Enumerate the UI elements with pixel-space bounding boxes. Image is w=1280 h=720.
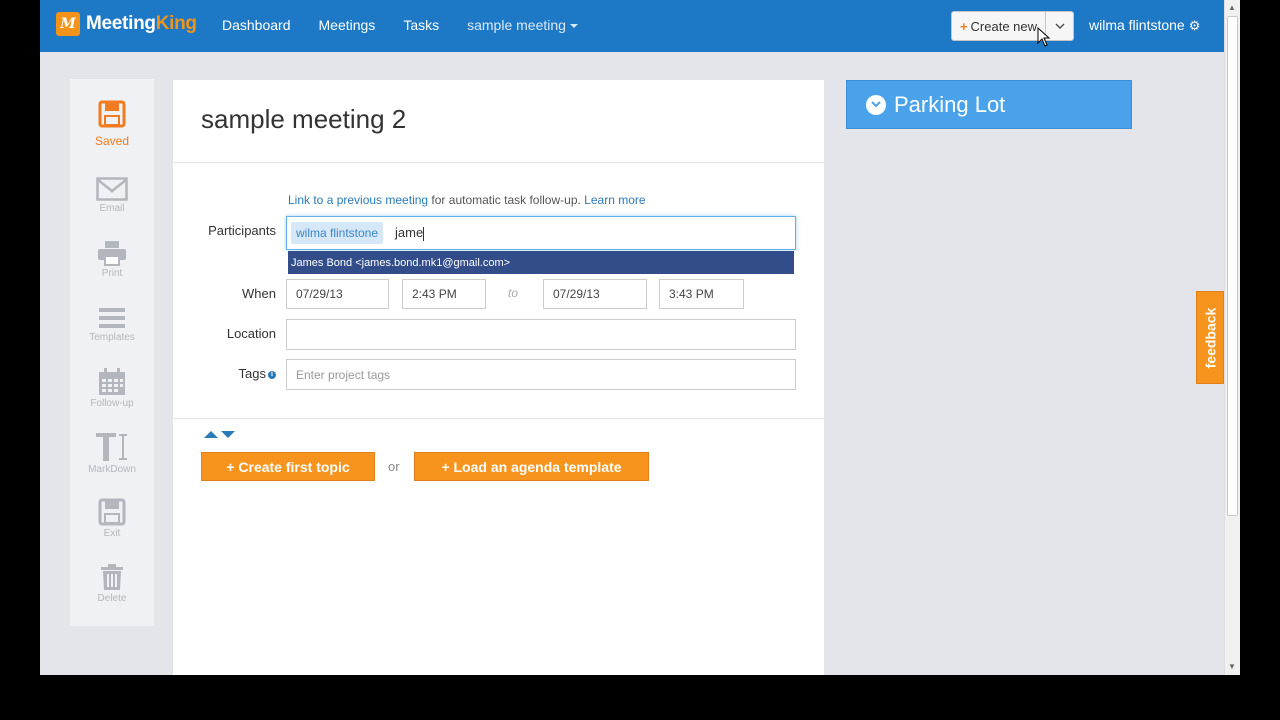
divider [173,162,824,163]
learn-more-link[interactable]: Learn more [584,193,645,207]
nav-meetings[interactable]: Meetings [319,17,376,33]
follow-up-hint: Link to a previous meeting for automatic… [288,193,646,207]
plus-icon: + [959,18,968,34]
end-date-field[interactable]: 07/29/13 [543,279,647,309]
chevron-down-icon [1054,23,1065,29]
to-separator: to [508,286,519,300]
templates-icon [99,308,125,328]
feedback-tab[interactable]: feedback [1196,291,1224,384]
print-icon [98,241,126,266]
location-label: Location [226,326,276,341]
chevron-down-icon [569,24,578,29]
sidebar-item-follow-up[interactable]: Follow-up [70,368,154,409]
trash-icon [101,564,123,590]
sidebar-item-exit[interactable]: Exit [70,498,154,539]
sidebar-item-label: Follow-up [90,398,134,409]
divider [173,418,824,419]
tags-label: Tags i [176,366,276,381]
email-icon [96,177,128,201]
page-scrollbar[interactable]: ▲ ▼ [1224,0,1240,675]
scrollbar-thumb[interactable] [1227,16,1238,516]
create-first-topic-button[interactable]: + Create first topic [201,452,375,481]
app-viewport: M MeetingKing Dashboard Meetings Tasks s… [40,0,1240,675]
sidebar-item-label: Exit [103,528,121,539]
link-previous-meeting[interactable]: Link to a previous meeting [288,193,428,207]
meeting-title[interactable]: sample meeting 2 [201,104,406,135]
sidebar-item-label: Templates [89,332,135,343]
participants-typed-text: jame [395,225,425,241]
gear-icon: ⚙ [1188,18,1201,33]
nav-tasks[interactable]: Tasks [403,17,439,33]
sidebar-item-email[interactable]: Email [70,177,154,214]
user-menu[interactable]: wilma flintstone ⚙ [1089,17,1200,34]
location-field[interactable] [286,319,796,350]
feedback-label: feedback [1202,307,1219,368]
nav-dashboard[interactable]: Dashboard [222,17,291,33]
markdown-icon [96,433,127,461]
nav-current-meeting-dropdown[interactable]: sample meeting [467,17,578,33]
create-new-button[interactable]: + Create new [951,11,1046,41]
exit-icon [98,498,126,526]
parking-lot-header[interactable]: Parking Lot [846,80,1132,129]
or-label: or [388,459,400,474]
sidebar-item-label: Saved [94,134,130,148]
participants-input[interactable]: wilma flintstone jame [286,216,796,250]
sidebar-item-delete[interactable]: Delete [70,563,154,604]
expand-down-icon[interactable] [221,431,235,438]
sidebar-item-label: Email [99,203,125,214]
end-time-field[interactable]: 3:43 PM [659,279,744,309]
main-nav: Dashboard Meetings Tasks sample meeting [222,17,606,33]
scroll-up-icon[interactable]: ▲ [1228,3,1236,12]
participant-chip[interactable]: wilma flintstone [291,222,384,244]
sidebar-item-print[interactable]: Print [70,240,154,279]
sidebar-item-saved[interactable]: Saved [70,100,154,148]
participants-label: Participants [208,223,276,238]
sidebar-item-templates[interactable]: Templates [70,306,154,343]
expand-collapse-controls [204,431,235,438]
meeting-panel: sample meeting 2 Link to a previous meet… [173,80,824,675]
info-icon[interactable]: i [268,370,276,379]
sidebar-item-markdown[interactable]: MarkDown [70,432,154,475]
start-time-field[interactable]: 2:43 PM [402,279,486,309]
logo-mark-icon: M [56,12,80,36]
action-sidebar: Saved Email Print Templates Follow-up Ma… [70,79,154,626]
sidebar-item-label: Print [101,268,123,279]
collapse-up-icon[interactable] [204,431,218,438]
when-label: When [242,286,276,301]
sidebar-item-label: Delete [97,593,127,604]
scroll-down-icon[interactable]: ▼ [1228,662,1236,671]
logo-text: MeetingKing [86,13,197,34]
sidebar-item-label: MarkDown [88,464,136,475]
calendar-icon [99,368,125,395]
save-icon [98,100,126,128]
tags-input[interactable]: Enter project tags [286,359,796,390]
parking-lot-title: Parking Lot [894,91,1006,117]
logo[interactable]: M MeetingKing [56,11,197,37]
participant-suggestion[interactable]: James Bond <james.bond.mk1@gmail.com> [288,251,794,274]
load-agenda-template-button[interactable]: + Load an agenda template [414,452,649,481]
mouse-cursor-icon [1037,27,1051,47]
start-date-field[interactable]: 07/29/13 [286,279,389,309]
chevron-down-circle-icon [866,94,886,115]
create-new-group: + Create new [951,11,1074,41]
